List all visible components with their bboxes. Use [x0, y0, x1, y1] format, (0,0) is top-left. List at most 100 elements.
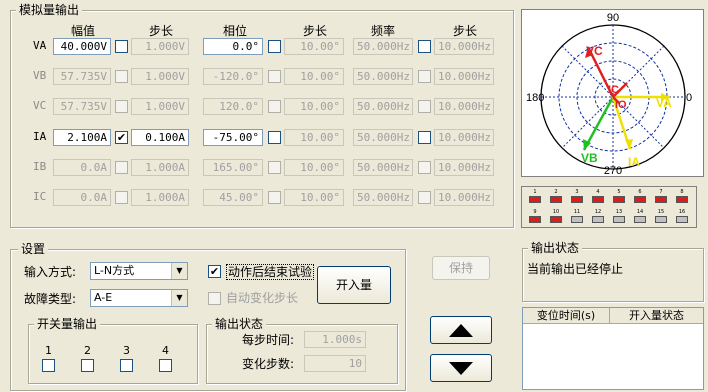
header-frequency: 频率 — [370, 24, 395, 38]
frequency-step-checkbox-ia[interactable] — [418, 131, 431, 144]
amplitude-field-ib[interactable]: 0.0A — [53, 159, 111, 176]
frequency-step-checkbox-va[interactable] — [418, 40, 431, 53]
chevron-down-icon[interactable]: ▼ — [171, 263, 187, 279]
step-up-button[interactable] — [430, 316, 492, 344]
switch-output-label: 3 — [123, 344, 130, 357]
amplitude-step-checkbox-ib[interactable] — [115, 161, 128, 174]
amplitude-step-checkbox-ia[interactable]: ✔ — [115, 131, 128, 144]
arrow-up-icon — [449, 324, 473, 337]
indicator-light — [634, 216, 646, 223]
phase-field-vb[interactable]: -120.0° — [203, 68, 263, 85]
fault-type-select[interactable]: A-E ▼ — [90, 289, 188, 307]
indicator-light — [571, 216, 583, 223]
amplitude-step-field-ic[interactable]: 1.000A — [131, 189, 189, 206]
indicator-light — [634, 196, 646, 203]
phase-step-checkbox-ic[interactable] — [268, 191, 281, 204]
header-amplitude-step: 步长 — [148, 24, 173, 38]
indicator-number: 3 — [575, 189, 579, 195]
step-down-button[interactable] — [430, 354, 492, 382]
phase-step-checkbox-vb[interactable] — [268, 70, 281, 83]
switch-output-checkbox[interactable] — [159, 359, 172, 372]
action-end-checkbox[interactable]: ✔ — [208, 265, 221, 278]
phase-field-ia[interactable]: -75.00° — [203, 129, 263, 146]
phase-field-ib[interactable]: 165.00° — [203, 159, 263, 176]
switch-output-checkbox[interactable] — [120, 359, 133, 372]
phase-step-field-va[interactable]: 10.00° — [284, 38, 344, 55]
switch-output-label: 1 — [45, 344, 52, 357]
frequency-field-ib[interactable]: 50.000Hz — [353, 159, 413, 176]
row-label-vc: VC — [33, 99, 47, 112]
phase-step-field-vb[interactable]: 10.00° — [284, 68, 344, 85]
frequency-step-field-ic[interactable]: 10.000Hz — [434, 189, 494, 206]
table-header-state[interactable]: 开入量状态 — [610, 308, 703, 324]
step-count-field[interactable]: 10 — [304, 355, 366, 372]
phase-step-field-ib[interactable]: 10.00° — [284, 159, 344, 176]
input-mode-select[interactable]: L-N方式 ▼ — [90, 262, 188, 280]
switch-output-label: 2 — [84, 344, 91, 357]
frequency-step-field-ia[interactable]: 10.000Hz — [434, 129, 494, 146]
indicator-light — [550, 196, 562, 203]
amplitude-step-field-ib[interactable]: 1.000A — [131, 159, 189, 176]
indicator-light — [529, 196, 541, 203]
amplitude-field-va[interactable]: 40.000V — [53, 38, 111, 55]
phase-step-checkbox-ib[interactable] — [268, 161, 281, 174]
phase-step-checkbox-va[interactable] — [268, 40, 281, 53]
indicator-number: 6 — [638, 189, 642, 195]
phase-step-field-ic[interactable]: 10.00° — [284, 189, 344, 206]
amplitude-field-ia[interactable]: 2.100A — [53, 129, 111, 146]
frequency-step-field-vb[interactable]: 10.000Hz — [434, 68, 494, 85]
phase-field-va[interactable]: 0.0° — [203, 38, 263, 55]
frequency-field-vc[interactable]: 50.000Hz — [353, 98, 413, 115]
row-label-ia: IA — [33, 130, 47, 143]
input-mode-label: 输入方式: — [24, 265, 77, 279]
amplitude-step-field-vc[interactable]: 1.000V — [131, 98, 189, 115]
indicator-light — [592, 216, 604, 223]
hold-button[interactable]: 保持 — [432, 256, 490, 280]
phase-step-checkbox-vc[interactable] — [268, 100, 281, 113]
action-end-label[interactable]: 动作后结束试验 — [226, 264, 315, 280]
output-status-title: 输出状态 — [212, 317, 267, 331]
binary-input-button[interactable]: 开入量 — [317, 266, 391, 304]
frequency-field-ia[interactable]: 50.000Hz — [353, 129, 413, 146]
indicator-number: 14 — [636, 209, 644, 215]
phase-field-ic[interactable]: 45.00° — [203, 189, 263, 206]
table-header-time[interactable]: 变位时间(s) — [523, 308, 610, 324]
switch-output-checkbox[interactable] — [81, 359, 94, 372]
chevron-down-icon[interactable]: ▼ — [171, 290, 187, 306]
amplitude-step-checkbox-ic[interactable] — [115, 191, 128, 204]
amplitude-step-field-vb[interactable]: 1.000V — [131, 68, 189, 85]
phase-step-checkbox-ia[interactable] — [268, 131, 281, 144]
step-time-field[interactable]: 1.000s — [304, 331, 366, 348]
phase-field-vc[interactable]: 120.0° — [203, 98, 263, 115]
auto-step-label: 自动变化步长 — [226, 291, 299, 305]
frequency-field-vb[interactable]: 50.000Hz — [353, 68, 413, 85]
header-amplitude: 幅值 — [70, 24, 95, 38]
frequency-step-checkbox-ib[interactable] — [418, 161, 431, 174]
amplitude-field-vc[interactable]: 57.735V — [53, 98, 111, 115]
amplitude-step-field-va[interactable]: 1.000V — [131, 38, 189, 55]
phasor-label-0: 0 — [686, 92, 692, 104]
frequency-step-checkbox-ic[interactable] — [418, 191, 431, 204]
indicator-light — [550, 216, 562, 223]
phase-step-field-ia[interactable]: 10.00° — [284, 129, 344, 146]
frequency-field-va[interactable]: 50.000Hz — [353, 38, 413, 55]
amplitude-field-vb[interactable]: 57.735V — [53, 68, 111, 85]
binary-input-table[interactable]: 变位时间(s) 开入量状态 — [522, 307, 704, 390]
indicator-light — [571, 196, 583, 203]
amplitude-field-ic[interactable]: 0.0A — [53, 189, 111, 206]
auto-step-checkbox[interactable] — [208, 292, 221, 305]
amplitude-step-checkbox-vc[interactable] — [115, 100, 128, 113]
amplitude-step-checkbox-va[interactable] — [115, 40, 128, 53]
phasor-label-270: 270 — [604, 165, 622, 176]
frequency-step-checkbox-vb[interactable] — [418, 70, 431, 83]
frequency-step-field-ib[interactable]: 10.000Hz — [434, 159, 494, 176]
phase-step-field-vc[interactable]: 10.00° — [284, 98, 344, 115]
switch-output-checkbox[interactable] — [42, 359, 55, 372]
amplitude-step-field-ia[interactable]: 0.100A — [131, 129, 189, 146]
frequency-step-checkbox-vc[interactable] — [418, 100, 431, 113]
step-time-label: 每步时间: — [242, 333, 295, 347]
frequency-field-ic[interactable]: 50.000Hz — [353, 189, 413, 206]
amplitude-step-checkbox-vb[interactable] — [115, 70, 128, 83]
frequency-step-field-vc[interactable]: 10.000Hz — [434, 98, 494, 115]
frequency-step-field-va[interactable]: 10.000Hz — [434, 38, 494, 55]
